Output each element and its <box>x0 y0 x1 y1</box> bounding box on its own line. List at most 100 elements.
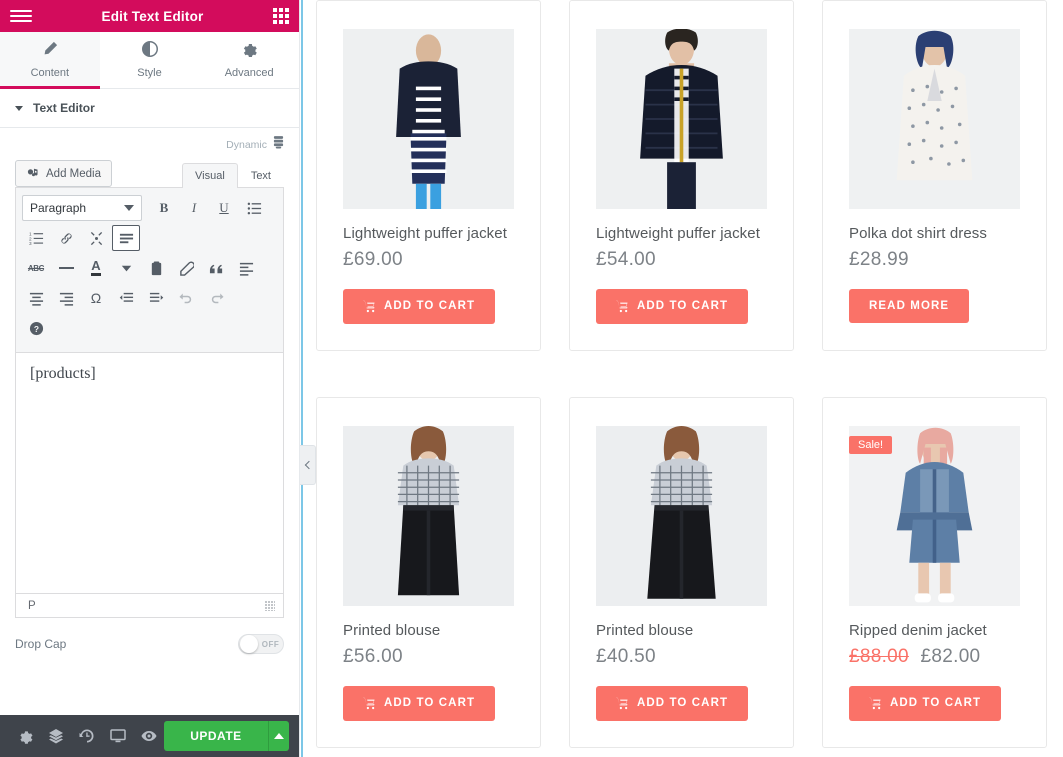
preview-eye-icon[interactable] <box>133 715 164 757</box>
drop-cap-toggle[interactable]: OFF <box>238 634 284 654</box>
product-title[interactable]: Ripped denim jacket <box>849 620 1020 642</box>
hamburger-menu-icon[interactable] <box>10 10 32 22</box>
tinymce-toolbar: Paragraph B I U 123 ABC A Ω ? <box>16 188 283 353</box>
product-title[interactable]: Polka dot shirt dress <box>849 223 1020 245</box>
price-current: £56.00 <box>343 645 403 667</box>
paste-as-text-icon[interactable] <box>142 255 170 281</box>
panel-collapse-handle[interactable] <box>300 445 316 485</box>
product-title[interactable]: Printed blouse <box>343 620 514 642</box>
cart-icon <box>616 697 628 709</box>
product-price: £69.00 <box>343 249 514 271</box>
format-select[interactable]: Paragraph <box>22 195 142 221</box>
sale-badge: Sale! <box>849 436 893 454</box>
preview-canvas: Lightweight puffer jacket £69.00 ADD TO … <box>300 0 1063 757</box>
add-to-cart-button[interactable]: ADD TO CART <box>849 685 1002 721</box>
panel-header: Edit Text Editor <box>0 0 299 32</box>
section-header-text-editor[interactable]: Text Editor <box>0 89 299 128</box>
product-image[interactable] <box>343 426 514 606</box>
add-media-label: Add Media <box>46 167 101 180</box>
text-color-icon[interactable]: A <box>82 255 110 281</box>
cart-icon <box>363 300 375 312</box>
add-to-cart-label: ADD TO CART <box>637 300 729 313</box>
tab-style[interactable]: Style <box>99 32 200 88</box>
product-image[interactable] <box>343 29 514 209</box>
panel-body: Dynamic Add Media Visual Text Paragraph … <box>0 128 299 715</box>
add-media-button[interactable]: Add Media <box>15 160 112 187</box>
align-right-icon[interactable] <box>52 285 80 311</box>
numbered-list-icon[interactable]: 123 <box>22 225 50 251</box>
contrast-icon <box>100 41 200 59</box>
product-card[interactable]: Lightweight puffer jacket £69.00 ADD TO … <box>316 0 541 351</box>
color-caret-icon[interactable] <box>112 255 140 281</box>
read-more-button[interactable]: READ MORE <box>849 288 970 323</box>
add-to-cart-button[interactable]: ADD TO CART <box>596 685 749 721</box>
tab-advanced[interactable]: Advanced <box>199 32 300 88</box>
panel-resize-edge[interactable] <box>301 0 303 757</box>
responsive-mode-icon[interactable] <box>103 715 134 757</box>
align-left-icon[interactable] <box>232 255 260 281</box>
product-card[interactable]: Printed blouse £40.50 ADD TO CART <box>569 397 794 748</box>
add-to-cart-button[interactable]: ADD TO CART <box>343 685 496 721</box>
tab-content[interactable]: Content <box>0 32 100 89</box>
widgets-grid-icon[interactable] <box>273 8 289 24</box>
editor-tab-visual[interactable]: Visual <box>182 163 238 188</box>
add-to-cart-button[interactable]: ADD TO CART <box>343 288 496 324</box>
price-current: £40.50 <box>596 645 656 667</box>
resize-grip-icon[interactable] <box>265 600 275 611</box>
product-image[interactable]: Sale! <box>849 426 1020 606</box>
product-title[interactable]: Lightweight puffer jacket <box>596 223 767 245</box>
product-card[interactable]: Printed blouse £56.00 ADD TO CART <box>316 397 541 748</box>
tab-style-label: Style <box>137 67 162 79</box>
update-options-caret-up-icon[interactable] <box>267 721 289 751</box>
read-more-label: READ MORE <box>869 299 950 312</box>
unlink-icon[interactable] <box>82 225 110 251</box>
italic-icon[interactable]: I <box>180 195 208 221</box>
elementor-panel: Edit Text Editor Content Style Advanced … <box>0 0 300 757</box>
blockquote-icon[interactable] <box>202 255 230 281</box>
product-image[interactable] <box>596 426 767 606</box>
database-icon[interactable] <box>273 136 284 154</box>
strikethrough-icon[interactable]: ABC <box>22 255 50 281</box>
decrease-indent-icon[interactable] <box>112 285 140 311</box>
product-title[interactable]: Printed blouse <box>596 620 767 642</box>
editor-content-area[interactable]: [products] <box>16 353 283 593</box>
link-icon[interactable] <box>52 225 80 251</box>
svg-text:?: ? <box>33 323 38 333</box>
product-image[interactable] <box>849 29 1020 209</box>
product-image[interactable] <box>596 29 767 209</box>
horizontal-rule-icon[interactable] <box>52 255 80 281</box>
drop-cap-label: Drop Cap <box>15 637 67 651</box>
editor-tab-text[interactable]: Text <box>238 163 284 188</box>
help-icon[interactable]: ? <box>22 315 50 341</box>
price-current: £54.00 <box>596 248 656 270</box>
product-price: £40.50 <box>596 646 767 668</box>
redo-icon[interactable] <box>202 285 230 311</box>
underline-icon[interactable]: U <box>210 195 238 221</box>
settings-gear-icon[interactable] <box>10 715 41 757</box>
undo-icon[interactable] <box>172 285 200 311</box>
toolbar-toggle-icon[interactable] <box>112 225 140 251</box>
navigator-layers-icon[interactable] <box>41 715 72 757</box>
editor-mode-tabs: Visual Text <box>182 162 284 188</box>
product-card[interactable]: Polka dot shirt dress £28.99 READ MORE <box>822 0 1047 351</box>
clear-formatting-icon[interactable] <box>172 255 200 281</box>
add-to-cart-button[interactable]: ADD TO CART <box>596 288 749 324</box>
product-price: £28.99 <box>849 249 1020 271</box>
special-character-icon[interactable]: Ω <box>82 285 110 311</box>
product-card[interactable]: Sale! Ripped denim jacket £88.00 £82.00 … <box>822 397 1047 748</box>
bold-icon[interactable]: B <box>150 195 178 221</box>
product-card[interactable]: Lightweight puffer jacket £54.00 ADD TO … <box>569 0 794 351</box>
increase-indent-icon[interactable] <box>142 285 170 311</box>
history-revisions-icon[interactable] <box>72 715 103 757</box>
product-price: £56.00 <box>343 646 514 668</box>
product-title[interactable]: Lightweight puffer jacket <box>343 223 514 245</box>
panel-title: Edit Text Editor <box>101 8 204 24</box>
bulleted-list-icon[interactable] <box>240 195 268 221</box>
cart-icon <box>616 300 628 312</box>
toolbar-row-1: Paragraph B I U <box>22 194 277 222</box>
price-original: £88.00 <box>849 645 909 667</box>
product-price: £88.00 £82.00 <box>849 646 1020 668</box>
update-button[interactable]: UPDATE <box>164 721 268 751</box>
align-center-icon[interactable] <box>22 285 50 311</box>
dynamic-tag-row[interactable]: Dynamic <box>15 128 284 160</box>
